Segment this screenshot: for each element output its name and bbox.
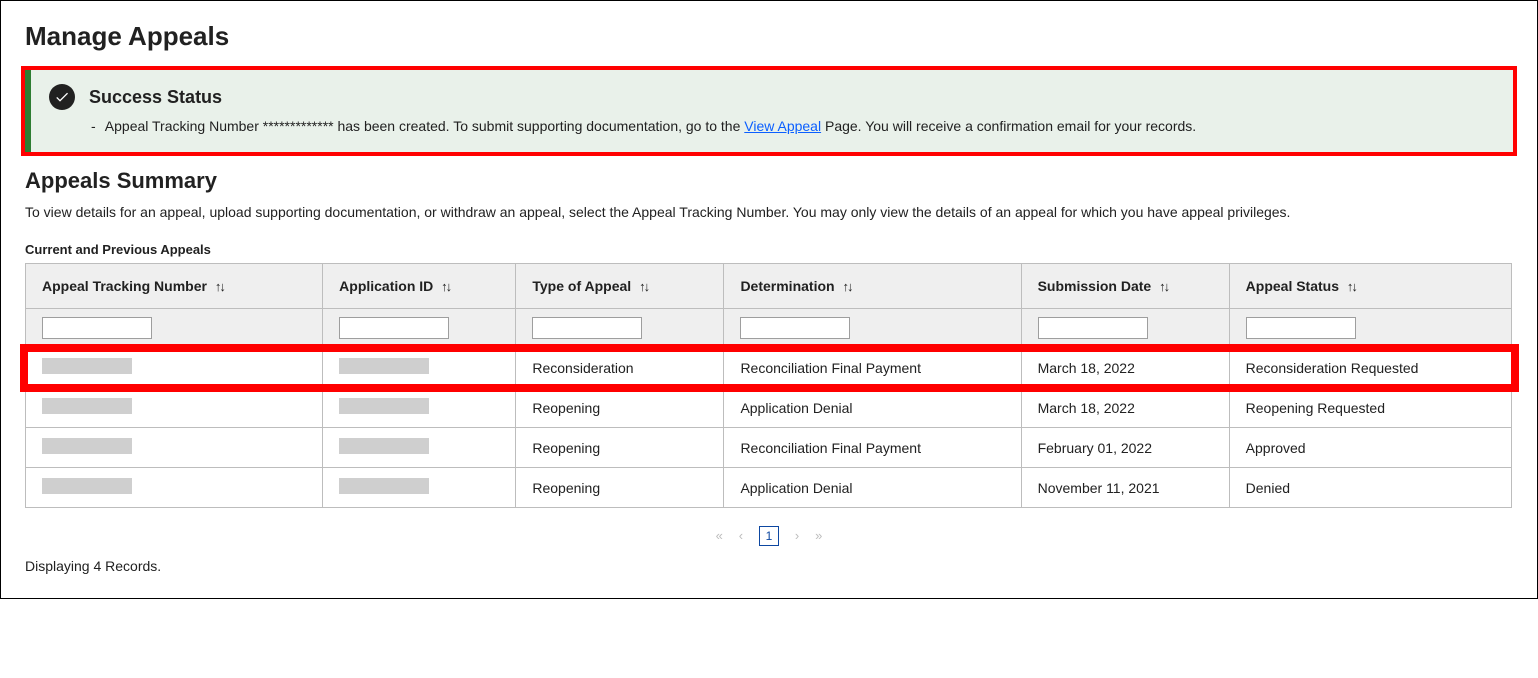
cell-date: February 01, 2022: [1021, 428, 1229, 468]
sort-icon[interactable]: ↑↓: [1347, 279, 1356, 294]
col-appeal-status: Appeal Status: [1246, 278, 1339, 294]
pagination-first[interactable]: «: [716, 528, 723, 543]
cell-type: Reopening: [516, 388, 724, 428]
table-row: Reopening Application Denial November 11…: [26, 468, 1513, 508]
page-title: Manage Appeals: [25, 21, 1513, 52]
alert-title: Success Status: [89, 87, 222, 108]
cell-date: March 18, 2022: [1021, 348, 1229, 388]
alert-mid1: has been created. To submit supporting d…: [337, 118, 740, 134]
pagination-page-1[interactable]: 1: [759, 526, 779, 546]
filter-determination[interactable]: [740, 317, 850, 339]
view-appeal-link[interactable]: View Appeal: [744, 118, 821, 134]
table-row: Reopening Reconciliation Final Payment F…: [26, 428, 1513, 468]
cell-status: Reconsideration Requested: [1229, 348, 1511, 388]
redacted-tracking-number[interactable]: [42, 398, 132, 414]
table-row: Reopening Application Denial March 18, 2…: [26, 388, 1513, 428]
sort-icon[interactable]: ↑↓: [441, 279, 450, 294]
cell-status: Denied: [1229, 468, 1511, 508]
check-circle-icon: [49, 84, 75, 110]
alert-highlight: Success Status - Appeal Tracking Number …: [25, 70, 1513, 152]
sort-icon[interactable]: ↑↓: [842, 279, 851, 294]
col-submission-date: Submission Date: [1038, 278, 1152, 294]
redacted-application-id: [339, 478, 429, 494]
redacted-application-id: [339, 358, 429, 374]
appeals-summary-text: To view details for an appeal, upload su…: [25, 204, 1513, 220]
col-determination: Determination: [740, 278, 834, 294]
appeals-table: Appeal Tracking Number ↑↓ Application ID…: [25, 263, 1513, 508]
table-row: Reconsideration Reconciliation Final Pay…: [26, 348, 1513, 388]
alert-body: - Appeal Tracking Number ************* h…: [91, 118, 1495, 134]
pagination-prev[interactable]: ‹: [739, 528, 743, 543]
sort-icon[interactable]: ↑↓: [1159, 279, 1168, 294]
cell-date: November 11, 2021: [1021, 468, 1229, 508]
redacted-tracking-number[interactable]: [42, 358, 132, 374]
col-tracking-number: Appeal Tracking Number: [42, 278, 207, 294]
filter-application-id[interactable]: [339, 317, 449, 339]
appeals-summary-heading: Appeals Summary: [25, 168, 1513, 194]
cell-status: Reopening Requested: [1229, 388, 1511, 428]
cell-type: Reopening: [516, 468, 724, 508]
cell-determination: Reconciliation Final Payment: [724, 348, 1021, 388]
col-type-of-appeal: Type of Appeal: [532, 278, 631, 294]
pagination: « ‹ 1 › »: [25, 526, 1513, 546]
cell-determination: Application Denial: [724, 388, 1021, 428]
alert-masked-number: *************: [263, 118, 334, 134]
filter-tracking-number[interactable]: [42, 317, 152, 339]
cell-type: Reopening: [516, 428, 724, 468]
redacted-application-id: [339, 438, 429, 454]
redacted-tracking-number[interactable]: [42, 478, 132, 494]
cell-status: Approved: [1229, 428, 1511, 468]
cell-date: March 18, 2022: [1021, 388, 1229, 428]
filter-status[interactable]: [1246, 317, 1356, 339]
redacted-application-id: [339, 398, 429, 414]
cell-determination: Reconciliation Final Payment: [724, 428, 1021, 468]
sort-icon[interactable]: ↑↓: [639, 279, 648, 294]
pagination-last[interactable]: »: [815, 528, 822, 543]
alert-prefix: Appeal Tracking Number: [105, 118, 259, 134]
table-caption: Current and Previous Appeals: [25, 242, 1513, 257]
success-alert: Success Status - Appeal Tracking Number …: [25, 70, 1513, 152]
cell-determination: Application Denial: [724, 468, 1021, 508]
cell-type: Reconsideration: [516, 348, 724, 388]
redacted-tracking-number[interactable]: [42, 438, 132, 454]
alert-mid2: Page. You will receive a confirmation em…: [825, 118, 1196, 134]
sort-icon[interactable]: ↑↓: [215, 279, 224, 294]
filter-type[interactable]: [532, 317, 642, 339]
pagination-next[interactable]: ›: [795, 528, 799, 543]
record-count: Displaying 4 Records.: [25, 558, 1513, 574]
filter-date[interactable]: [1038, 317, 1148, 339]
col-application-id: Application ID: [339, 278, 433, 294]
